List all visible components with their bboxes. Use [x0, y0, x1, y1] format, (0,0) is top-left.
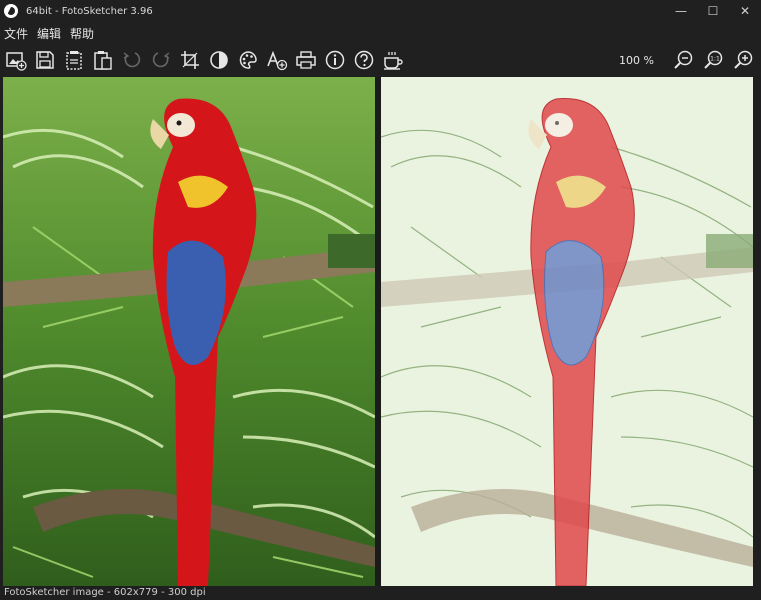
window-controls: — ☐ ✕ [665, 0, 761, 22]
sketch-image-pane[interactable] [381, 77, 753, 586]
save-icon[interactable] [32, 47, 58, 73]
crop-icon[interactable] [177, 47, 203, 73]
coffee-icon[interactable] [380, 47, 406, 73]
zoom-tools: 1:1 [667, 47, 757, 73]
sketch-result [381, 77, 753, 586]
app-logo-icon [4, 4, 18, 18]
menu-bar: 文件 编辑 帮助 [0, 22, 761, 44]
toolbar: 100 % 1:1 [0, 44, 761, 76]
info-icon[interactable] [322, 47, 348, 73]
paste-icon[interactable] [90, 47, 116, 73]
help-icon[interactable] [351, 47, 377, 73]
menu-edit[interactable]: 编辑 [33, 25, 66, 42]
menu-help[interactable]: 帮助 [66, 25, 99, 42]
zoom-actual-size-icon[interactable]: 1:1 [701, 47, 727, 73]
status-bar: FotoSketcher image - 602x779 - 300 dpi [0, 586, 761, 600]
title-bar: 64bit - FotoSketcher 3.96 — ☐ ✕ [0, 0, 761, 22]
menu-file[interactable]: 文件 [0, 25, 33, 42]
undo-icon[interactable] [119, 47, 145, 73]
open-image-icon[interactable] [3, 47, 29, 73]
original-image-pane[interactable] [3, 77, 375, 586]
zoom-out-icon[interactable] [671, 47, 697, 73]
copy-icon[interactable] [61, 47, 87, 73]
maximize-button[interactable]: ☐ [697, 0, 729, 22]
minimize-button[interactable]: — [665, 0, 697, 22]
window-title: 64bit - FotoSketcher 3.96 [26, 5, 153, 17]
redo-icon[interactable] [148, 47, 174, 73]
palette-icon[interactable] [235, 47, 261, 73]
print-icon[interactable] [293, 47, 319, 73]
zoom-in-icon[interactable] [731, 47, 757, 73]
close-button[interactable]: ✕ [729, 0, 761, 22]
zoom-level: 100 % [619, 54, 654, 67]
zoom-actual-label: 1:1 [710, 56, 720, 63]
contrast-icon[interactable] [206, 47, 232, 73]
add-text-icon[interactable] [264, 47, 290, 73]
original-photo [3, 77, 375, 586]
